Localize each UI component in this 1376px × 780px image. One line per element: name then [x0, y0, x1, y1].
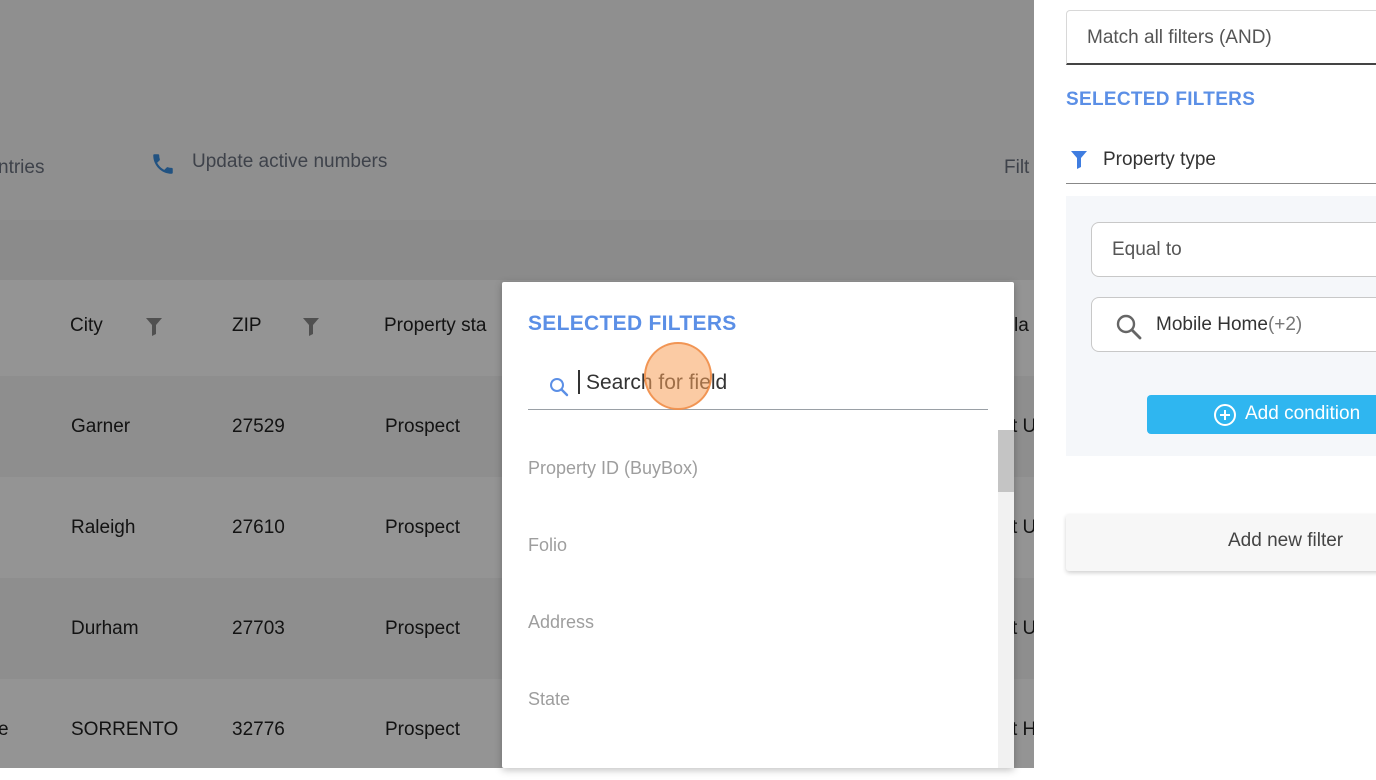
field-search[interactable] — [528, 362, 988, 410]
field-picker-dropdown: SELECTED FILTERS Property ID (BuyBox) Fo… — [502, 282, 1014, 768]
filter-panel: Match all filters (AND) SELECTED FILTERS… — [1034, 0, 1376, 768]
match-mode-value: Match all filters (AND) — [1087, 27, 1272, 48]
search-icon — [1116, 314, 1142, 340]
search-icon — [550, 378, 569, 397]
panel-title: SELECTED FILTERS — [1066, 89, 1256, 110]
funnel-icon — [1071, 151, 1087, 169]
add-new-filter-label: Add new filter — [1228, 530, 1344, 551]
scrollbar[interactable] — [998, 430, 1014, 768]
condition-value: Mobile Home — [1156, 314, 1268, 335]
add-condition-button[interactable]: Add condition — [1147, 395, 1376, 434]
add-new-filter-button[interactable]: Add new filter — [1066, 514, 1376, 571]
add-condition-label: Add condition — [1245, 403, 1361, 424]
condition-value-count: (+2) — [1267, 314, 1303, 335]
match-mode-select[interactable]: Match all filters (AND) — [1066, 10, 1376, 65]
popup-title: SELECTED FILTERS — [528, 312, 737, 335]
field-option[interactable]: Property ID (BuyBox) — [528, 458, 698, 479]
condition-operator-select[interactable]: Equal to — [1091, 222, 1376, 277]
scrollbar-thumb[interactable] — [998, 430, 1014, 492]
field-search-input[interactable] — [584, 364, 978, 402]
condition-value-select[interactable]: Mobile Home(+2) — [1091, 297, 1376, 352]
filter-name: Property type — [1103, 149, 1216, 170]
filter-item-property-type[interactable]: Property type — [1066, 145, 1376, 184]
condition-operator-value: Equal to — [1112, 239, 1182, 260]
field-option[interactable]: Folio — [528, 535, 567, 556]
click-indicator — [644, 342, 712, 410]
field-option[interactable]: Address — [528, 612, 594, 633]
field-option[interactable]: State — [528, 689, 570, 710]
plus-circle-icon — [1214, 404, 1236, 426]
text-cursor — [578, 370, 580, 394]
